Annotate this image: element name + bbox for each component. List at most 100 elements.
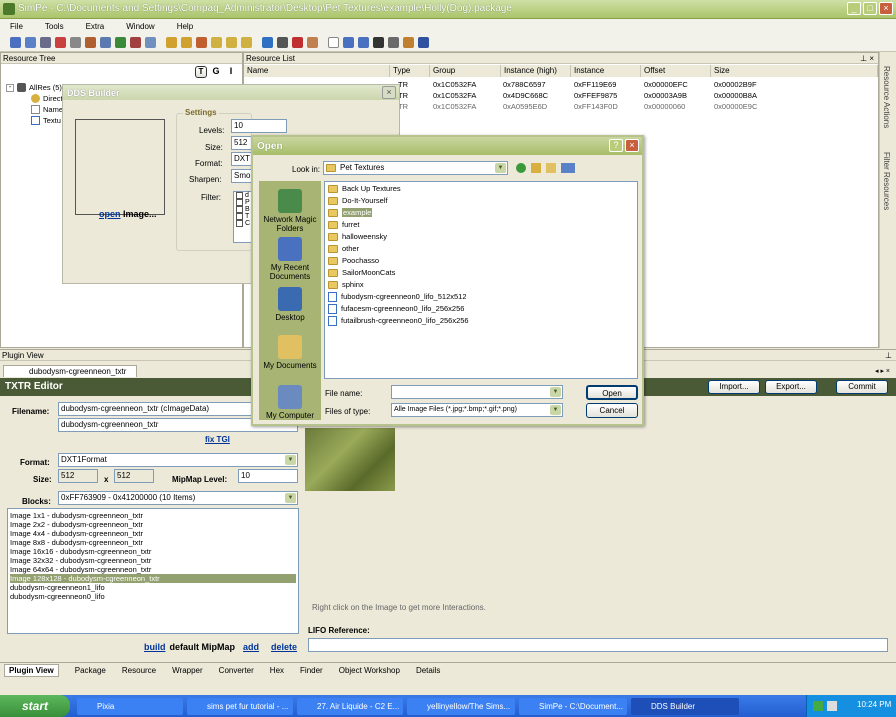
cancel-button[interactable]: Cancel	[586, 403, 638, 418]
tab-object-workshop[interactable]: Object Workshop	[327, 666, 400, 675]
dds-sharpen-select[interactable]: Smo	[231, 169, 253, 183]
col-offset[interactable]: Offset	[641, 65, 711, 77]
tab-details[interactable]: Details	[404, 666, 440, 675]
menu-file[interactable]: File	[10, 22, 23, 31]
filter-item[interactable]: C	[236, 220, 252, 227]
build-link[interactable]: build	[144, 642, 166, 652]
menu-window[interactable]: Window	[126, 22, 154, 31]
dds-close-button[interactable]: ×	[382, 86, 396, 99]
list-item-selected[interactable]: Image 128x128 - dubodysm-cgreenneon_txtr	[10, 574, 296, 583]
place-network-magic[interactable]: Network Magic Folders	[262, 189, 318, 233]
tree-root[interactable]: - AllRes (5)	[6, 83, 62, 92]
tool13-icon[interactable]	[403, 37, 414, 48]
fix-tgi-link[interactable]: fix TGI	[205, 435, 230, 444]
chevron-down-icon[interactable]: ▼	[550, 387, 561, 397]
page-icon[interactable]	[328, 37, 339, 48]
save2-icon[interactable]	[373, 37, 384, 48]
dds-format-select[interactable]: DXT	[231, 152, 253, 166]
folder-item[interactable]: halloweensky	[328, 232, 634, 241]
tool4-icon[interactable]	[196, 37, 207, 48]
tab-finder[interactable]: Finder	[288, 666, 323, 675]
folder-item[interactable]: other	[328, 244, 634, 253]
view-menu-icon[interactable]	[561, 163, 575, 173]
add-link[interactable]: add	[243, 642, 259, 652]
menu-extra[interactable]: Extra	[86, 22, 105, 31]
col-instance[interactable]: Instance	[571, 65, 641, 77]
dds-open-link[interactable]: open	[99, 209, 121, 219]
tree-t-button[interactable]: T	[195, 66, 207, 78]
list-item[interactable]: Image 64x64 - dubodysm-cgreenneon_txtr	[10, 565, 296, 574]
file-list[interactable]: Back Up Textures Do-It-Yourself example …	[324, 181, 638, 379]
col-name[interactable]: Name	[244, 65, 390, 77]
dds-filter-list[interactable]: d P B T C	[233, 191, 253, 243]
file-type-select[interactable]: Alle Image Files (*.jpg;*.bmp;*.gif;*.pn…	[391, 403, 563, 417]
filter-item[interactable]: B	[236, 206, 252, 213]
save-icon[interactable]	[40, 37, 51, 48]
tool12-icon[interactable]	[388, 37, 399, 48]
list-item[interactable]: Image 2x2 - dubodysm-cgreenneon_txtr	[10, 520, 296, 529]
tool-icon[interactable]	[115, 37, 126, 48]
pin-icon[interactable]: ⊥	[885, 350, 892, 361]
folder-item[interactable]: Do-It-Yourself	[328, 196, 634, 205]
tab-wrapper[interactable]: Wrapper	[160, 666, 203, 675]
tab-converter[interactable]: Converter	[207, 666, 254, 675]
blocks-select[interactable]: 0xFF763909 - 0x41200000 (10 Items) ▼	[58, 491, 298, 505]
tool2-icon[interactable]	[130, 37, 141, 48]
filter-item[interactable]: d	[236, 192, 252, 199]
taskbar-item-dds-builder[interactable]: DDS Builder	[631, 698, 739, 715]
tool10-icon[interactable]	[343, 37, 354, 48]
file-item[interactable]: fubodysm-cgreenneon0_lifo_512x512	[328, 291, 634, 302]
folder-item[interactable]: Back Up Textures	[328, 184, 634, 193]
filter-item[interactable]: T	[236, 213, 252, 220]
start-button[interactable]: start	[0, 695, 70, 717]
col-type[interactable]: Type	[390, 65, 430, 77]
new-icon[interactable]	[10, 37, 21, 48]
taskbar-item-pixia[interactable]: Pixia	[77, 698, 183, 715]
taskbar-item-simpe[interactable]: SimPe - C:\Document...	[519, 698, 627, 715]
tab-hex[interactable]: Hex	[258, 666, 284, 675]
blocks-list[interactable]: Image 1x1 - dubodysm-cgreenneon_txtr Ima…	[7, 508, 299, 634]
delete-link[interactable]: delete	[271, 642, 297, 652]
open-icon[interactable]	[25, 37, 36, 48]
texture-preview[interactable]	[305, 428, 395, 491]
folder-item[interactable]: SailorMoonCats	[328, 268, 634, 277]
export-button[interactable]: Export...	[765, 380, 817, 394]
tab-resource[interactable]: Resource	[110, 666, 156, 675]
minimize-button[interactable]: _	[847, 2, 861, 15]
tab-scroll-icons[interactable]: ◂ ▸ ×	[875, 367, 890, 375]
paste-icon[interactable]	[100, 37, 111, 48]
folder-icon[interactable]	[166, 37, 177, 48]
maximize-button[interactable]: □	[863, 2, 877, 15]
tool7-icon[interactable]	[241, 37, 252, 48]
back-icon[interactable]	[516, 163, 526, 173]
file-name-input[interactable]: ▼	[391, 385, 563, 399]
tool5-icon[interactable]	[211, 37, 222, 48]
list-item[interactable]: Image 16x16 - dubodysm-cgreenneon_txtr	[10, 547, 296, 556]
refresh-icon[interactable]	[262, 37, 273, 48]
list-item[interactable]: Image 1x1 - dubodysm-cgreenneon_txtr	[10, 511, 296, 520]
import-button[interactable]: Import...	[708, 380, 760, 394]
close-icon[interactable]	[55, 37, 66, 48]
list-item[interactable]: dubodysm-cgreenneon1_lifo	[10, 583, 296, 592]
tab-plugin-view[interactable]: Plugin View	[4, 664, 59, 677]
plugin-doc-tab[interactable]: dubodysm-cgreenneon_txtr	[3, 365, 137, 377]
menu-help[interactable]: Help	[177, 22, 193, 31]
close-button[interactable]: ×	[879, 2, 893, 15]
folder2-icon[interactable]	[181, 37, 192, 48]
table-row[interactable]: TR 0x1C0532FA 0x788C6597 0xFF119E69 0x00000E…	[390, 80, 878, 91]
list-item[interactable]: dubodysm-cgreenneon0_lifo	[10, 592, 296, 601]
open-button[interactable]: Open	[586, 385, 638, 400]
chevron-down-icon[interactable]: ▼	[285, 493, 296, 503]
tool9-icon[interactable]	[307, 37, 318, 48]
dds-size-select[interactable]: 512	[231, 136, 253, 150]
folder-item-selected[interactable]: example	[328, 208, 634, 217]
folder-item[interactable]: furret	[328, 220, 634, 229]
taskbar-item-tutorial[interactable]: sims pet fur tutorial - ...	[187, 698, 293, 715]
tray-icon[interactable]	[827, 701, 837, 711]
col-instance-high[interactable]: Instance (high)	[501, 65, 571, 77]
tool6-icon[interactable]	[226, 37, 237, 48]
filter-item[interactable]: P	[236, 199, 252, 206]
delete-icon[interactable]	[292, 37, 303, 48]
menu-tools[interactable]: Tools	[45, 22, 64, 31]
side-tab-filter-resources[interactable]: Filter Resources	[882, 152, 891, 210]
